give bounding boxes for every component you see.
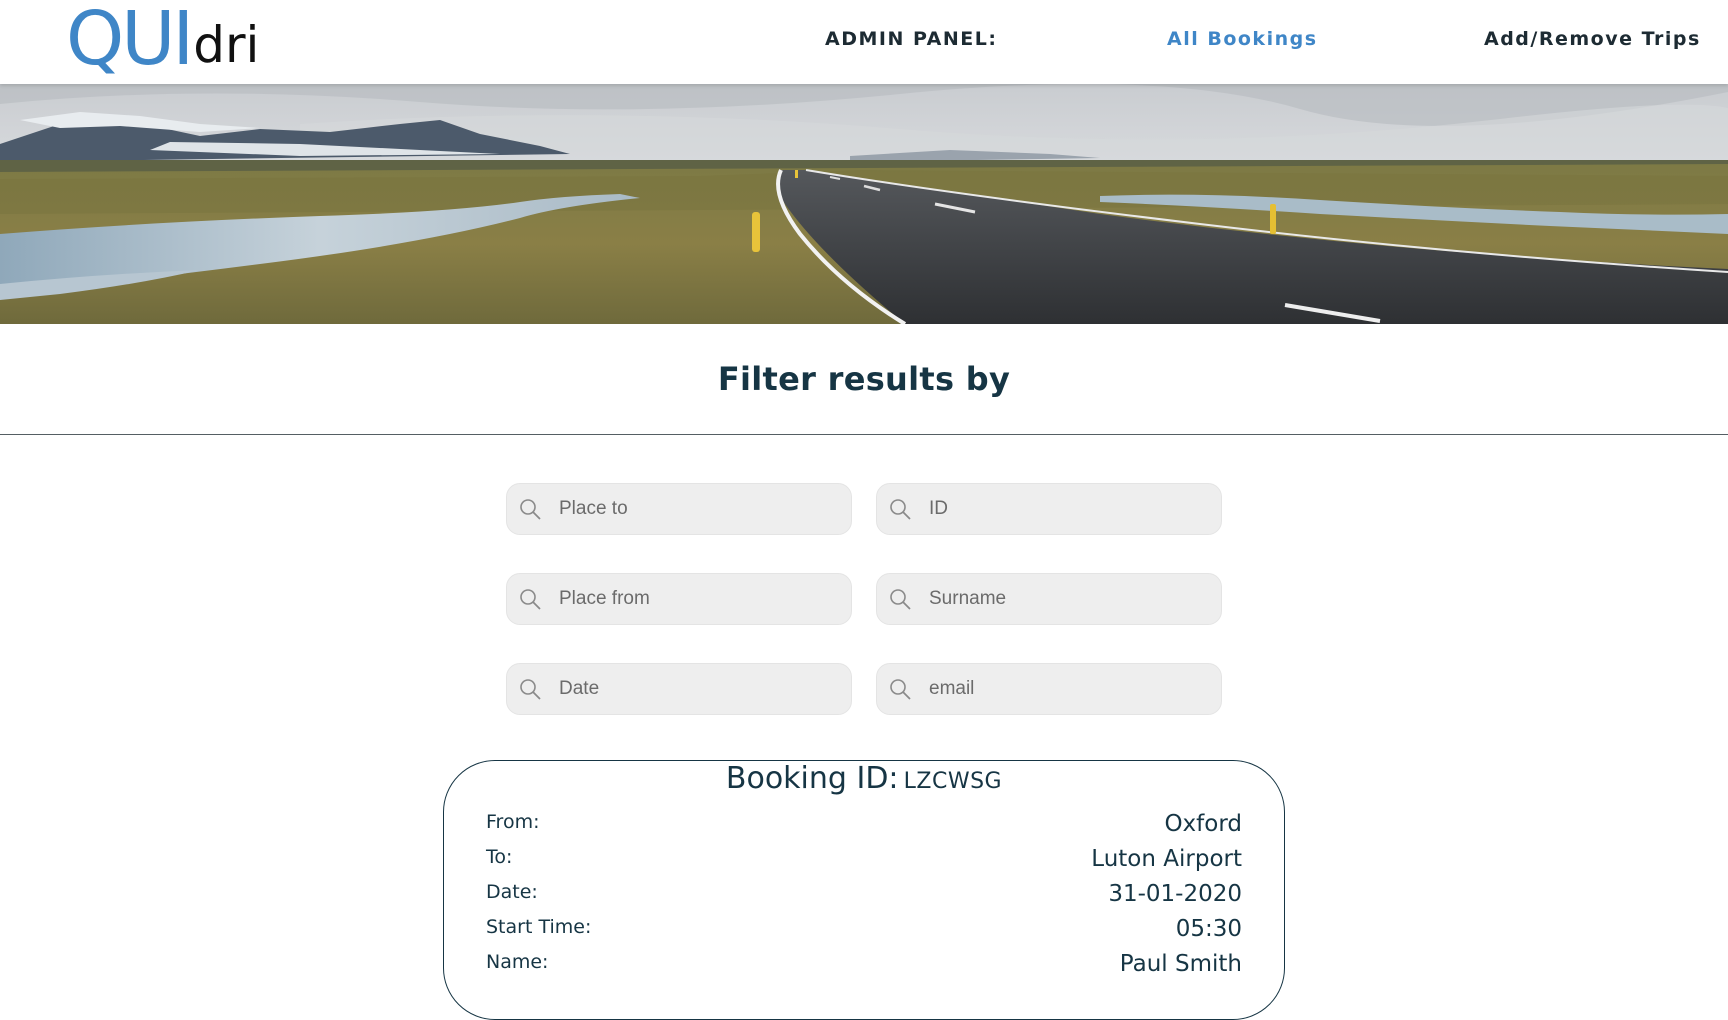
nav-add-remove-trips-link[interactable]: Add/Remove Trips [1484, 28, 1701, 50]
date-input[interactable] [557, 664, 843, 714]
search-icon [890, 679, 911, 700]
logo-sub-text: dri [193, 16, 260, 74]
from-value: Oxford [1164, 811, 1242, 837]
place-from-input[interactable] [557, 574, 843, 624]
from-label: From: [486, 811, 540, 833]
start-time-label: Start Time: [486, 916, 592, 938]
search-icon [890, 499, 911, 520]
name-label: Name: [486, 951, 549, 973]
filter-heading: Filter results by [717, 360, 1011, 398]
place-to-input[interactable] [557, 484, 843, 534]
search-icon [520, 589, 541, 610]
search-icon [520, 499, 541, 520]
banner-road-landscape-image [0, 84, 1728, 324]
top-header: QUI dri ADMIN PANEL: All Bookings Add/Re… [0, 0, 1728, 84]
start-time-value: 05:30 [1175, 916, 1242, 942]
to-value: Luton Airport [1091, 846, 1242, 872]
admin-panel-label: ADMIN PANEL: [825, 28, 998, 50]
section-divider [0, 434, 1728, 435]
nav-all-bookings-link[interactable]: All Bookings [1167, 28, 1318, 50]
logo-main-text: QUI [66, 0, 194, 82]
search-icon [520, 679, 541, 700]
name-value: Paul Smith [1119, 951, 1242, 977]
email-search-field[interactable] [876, 663, 1222, 715]
booking-id-value: LZCWSG [903, 769, 1003, 794]
booking-row-from: From: Oxford [486, 811, 1242, 845]
date-search-field[interactable] [506, 663, 852, 715]
booking-id-label: Booking ID: [725, 761, 899, 796]
booking-row-date: Date: 31-01-2020 [486, 881, 1242, 915]
logo[interactable]: QUI dri [66, 0, 259, 82]
id-search-field[interactable] [876, 483, 1222, 535]
surname-search-field[interactable] [876, 573, 1222, 625]
id-input[interactable] [927, 484, 1213, 534]
booking-card[interactable]: Booking ID: LZCWSG From: Oxford To: Luto… [443, 760, 1285, 1020]
date-value: 31-01-2020 [1108, 881, 1242, 907]
booking-id-heading: Booking ID: LZCWSG [444, 761, 1284, 796]
booking-row-to: To: Luton Airport [486, 846, 1242, 880]
booking-row-name: Name: Paul Smith [486, 951, 1242, 985]
to-label: To: [486, 846, 513, 868]
date-label: Date: [486, 881, 538, 903]
surname-input[interactable] [927, 574, 1213, 624]
place-from-search-field[interactable] [506, 573, 852, 625]
place-to-search-field[interactable] [506, 483, 852, 535]
search-icon [890, 589, 911, 610]
booking-row-start-time: Start Time: 05:30 [486, 916, 1242, 950]
email-input[interactable] [927, 664, 1213, 714]
